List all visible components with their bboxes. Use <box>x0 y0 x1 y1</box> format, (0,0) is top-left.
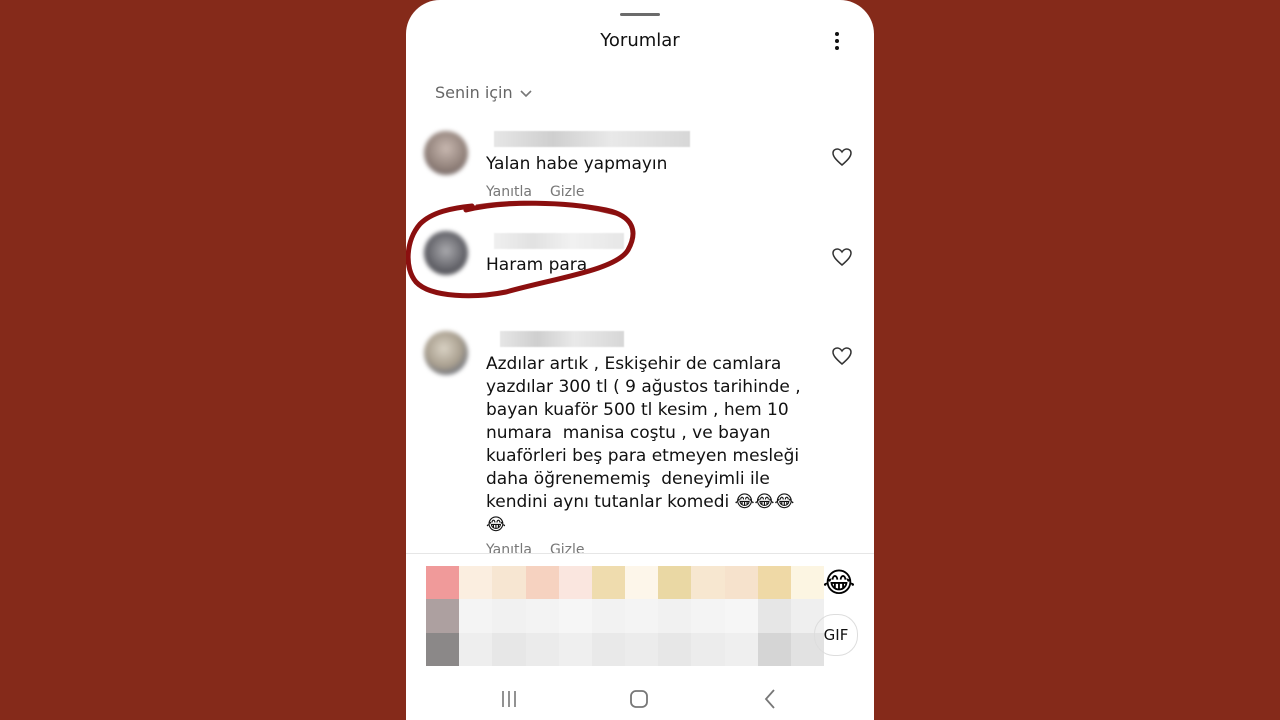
username-blurred[interactable] <box>500 331 624 347</box>
comment-composer: 😂 GIF <box>406 554 874 680</box>
avatar[interactable] <box>424 131 468 175</box>
sheet-title: Yorumlar <box>600 30 680 51</box>
recents-icon[interactable] <box>494 684 524 714</box>
more-vertical-icon[interactable] <box>830 30 844 54</box>
sort-dropdown[interactable]: Senin için <box>435 83 533 102</box>
avatar[interactable] <box>424 331 468 375</box>
chevron-down-icon <box>520 89 532 97</box>
reply-button[interactable]: Yanıtla <box>486 184 532 200</box>
sort-label: Senin için <box>435 83 513 102</box>
back-icon[interactable] <box>756 684 786 714</box>
hide-button[interactable]: Gizle <box>550 184 585 200</box>
gif-button[interactable]: GIF <box>814 614 858 656</box>
emoji-button[interactable]: 😂 <box>822 566 856 600</box>
comments-sheet: Yorumlar Senin için Yalan habe yapmayın … <box>406 0 874 720</box>
home-icon[interactable] <box>624 684 654 714</box>
drag-handle[interactable] <box>620 13 660 16</box>
highlight-circle-annotation <box>406 200 636 299</box>
comment-text: Yalan habe yapmayın <box>486 154 668 174</box>
heart-outline-icon[interactable] <box>830 344 854 368</box>
heart-outline-icon[interactable] <box>830 245 854 269</box>
pixelated-redaction <box>426 566 824 666</box>
system-navigation-bar <box>406 680 874 720</box>
comment-text: Azdılar artık , Eskişehir de camlara yaz… <box>486 354 801 535</box>
heart-outline-icon[interactable] <box>830 145 854 169</box>
username-blurred[interactable] <box>494 131 690 147</box>
